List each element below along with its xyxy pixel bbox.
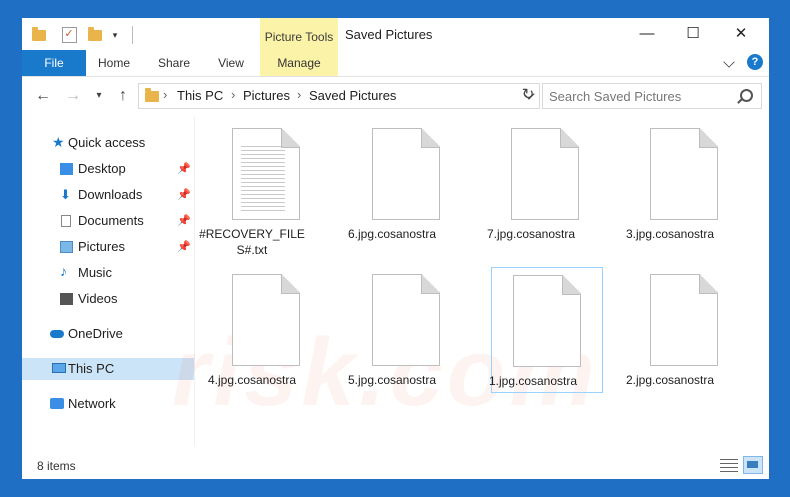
file-icon: [616, 128, 724, 220]
text-file-icon: [198, 128, 306, 220]
nav-this-pc[interactable]: This PC: [22, 358, 194, 380]
file-name: 3.jpg.cosanostra: [625, 227, 715, 241]
file-item[interactable]: 5.jpg.cosanostra: [338, 266, 446, 390]
help-icon[interactable]: ?: [747, 54, 763, 70]
breadcrumb-pictures[interactable]: Pictures: [243, 88, 290, 103]
nav-music[interactable]: ♪ Music: [22, 262, 194, 284]
nav-quick-access[interactable]: ★ Quick access: [22, 132, 194, 154]
nav-network[interactable]: Network: [22, 393, 194, 415]
file-name: 1.jpg.cosanostra: [488, 374, 578, 388]
tab-share[interactable]: Share: [148, 50, 200, 76]
nav-pictures[interactable]: Pictures 📌: [22, 236, 194, 258]
large-icons-view-icon[interactable]: [743, 456, 763, 474]
nav-downloads[interactable]: ⬇ Downloads 📌: [22, 184, 194, 206]
item-count: 8 items: [37, 459, 76, 473]
pictures-icon: [60, 241, 73, 253]
file-name: 2.jpg.cosanostra: [625, 373, 715, 387]
file-icon: [616, 274, 724, 366]
file-icon: [198, 274, 306, 366]
navigation-pane: ★ Quick access Desktop 📌 ⬇ Downloads 📌 D…: [22, 116, 195, 446]
file-icon: [479, 275, 587, 367]
nav-label: Videos: [78, 291, 118, 306]
nav-onedrive[interactable]: OneDrive: [22, 323, 194, 345]
nav-desktop[interactable]: Desktop 📌: [22, 158, 194, 180]
videos-icon: [60, 293, 73, 305]
file-name: #RECOVERY_FILES#.txt: [199, 227, 305, 257]
file-item[interactable]: #RECOVERY_FILES#.txt: [198, 120, 306, 257]
search-input[interactable]: [543, 84, 739, 108]
file-icon: [338, 128, 446, 220]
document-icon: [61, 215, 71, 227]
address-bar[interactable]: › This PC › Pictures › Saved Pictures: [138, 83, 540, 109]
explorer-window: ✓ ▾ Picture Tools Saved Pictures — ☐ ✕ F…: [22, 18, 769, 479]
close-button[interactable]: ✕: [718, 18, 764, 50]
ribbon-tabs: File Home Share View Manage ?: [22, 50, 769, 77]
file-item-selected[interactable]: 1.jpg.cosanostra: [489, 267, 603, 393]
properties-icon[interactable]: ✓: [60, 27, 78, 43]
file-name: 6.jpg.cosanostra: [347, 227, 437, 241]
recent-locations-icon[interactable]: ▾: [90, 86, 108, 106]
nav-label: Downloads: [78, 187, 143, 202]
file-item[interactable]: 3.jpg.cosanostra: [616, 120, 724, 244]
forward-arrow-icon[interactable]: →: [64, 86, 82, 106]
file-name: 7.jpg.cosanostra: [486, 227, 576, 241]
file-name: 5.jpg.cosanostra: [347, 373, 437, 387]
file-icon: [477, 128, 585, 220]
network-icon: [50, 398, 64, 409]
nav-videos[interactable]: Videos: [22, 288, 194, 310]
chevron-right-icon[interactable]: ›: [297, 87, 301, 102]
cloud-icon: [50, 330, 64, 338]
minimize-button[interactable]: —: [624, 18, 670, 50]
search-box[interactable]: [542, 83, 762, 109]
tab-view[interactable]: View: [206, 50, 256, 76]
pin-icon[interactable]: 📌: [177, 184, 191, 206]
pin-icon[interactable]: 📌: [177, 210, 191, 232]
nav-label: This PC: [68, 361, 115, 376]
pin-icon[interactable]: 📌: [177, 158, 191, 180]
status-bar: 8 items: [22, 450, 769, 479]
search-icon[interactable]: [740, 89, 753, 102]
nav-label: OneDrive: [68, 326, 123, 341]
tab-file[interactable]: File: [22, 50, 86, 76]
picture-tools-label: Picture Tools: [260, 18, 338, 50]
file-icon: [338, 274, 446, 366]
download-icon: ⬇: [60, 187, 71, 202]
new-folder-icon[interactable]: [86, 26, 104, 43]
breadcrumb-saved-pictures[interactable]: Saved Pictures: [309, 88, 396, 103]
file-item[interactable]: 2.jpg.cosanostra: [616, 266, 724, 390]
chevron-right-icon: ›: [163, 87, 168, 102]
file-item[interactable]: 7.jpg.cosanostra: [477, 120, 585, 244]
pin-icon[interactable]: 📌: [177, 236, 191, 258]
folder-icon: [145, 88, 159, 102]
back-arrow-icon[interactable]: ←: [34, 86, 52, 106]
music-icon: ♪: [60, 263, 67, 279]
nav-documents[interactable]: Documents 📌: [22, 210, 194, 232]
details-view-icon[interactable]: [719, 456, 739, 474]
file-item[interactable]: 4.jpg.cosanostra: [198, 266, 306, 390]
file-name: 4.jpg.cosanostra: [207, 373, 297, 387]
nav-label: Desktop: [78, 161, 126, 176]
window-title: Saved Pictures: [345, 27, 433, 42]
refresh-icon[interactable]: ↻: [517, 84, 539, 106]
title-separator: [132, 26, 133, 44]
computer-icon: [52, 363, 66, 373]
breadcrumb-this-pc[interactable]: This PC: [177, 88, 223, 103]
tab-home[interactable]: Home: [88, 50, 140, 76]
nav-label: Documents: [78, 213, 144, 228]
nav-label: Network: [68, 396, 116, 411]
nav-label: Pictures: [78, 239, 125, 254]
up-arrow-icon[interactable]: ↑: [114, 86, 132, 106]
expand-ribbon-icon[interactable]: [723, 56, 735, 68]
customize-toolbar-icon[interactable]: ▾: [108, 27, 122, 43]
nav-label: Music: [78, 265, 112, 280]
tab-manage[interactable]: Manage: [260, 50, 338, 76]
folder-icon: [30, 26, 48, 43]
desktop-icon: [60, 163, 73, 175]
title-bar: ✓ ▾ Picture Tools Saved Pictures — ☐ ✕: [22, 18, 769, 50]
star-icon: ★: [52, 134, 65, 150]
maximize-button[interactable]: ☐: [670, 18, 716, 50]
file-item[interactable]: 6.jpg.cosanostra: [338, 120, 446, 244]
nav-label: Quick access: [68, 135, 146, 150]
chevron-right-icon[interactable]: ›: [231, 87, 235, 102]
